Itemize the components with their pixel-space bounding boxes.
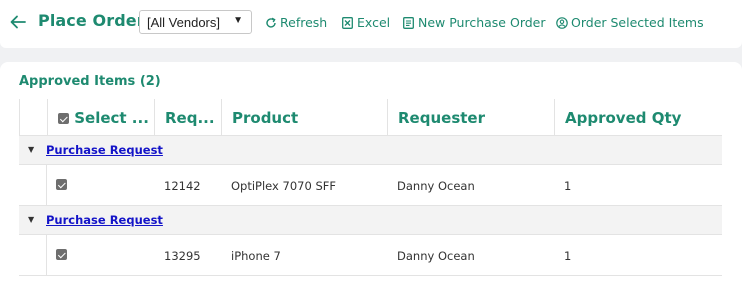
cell-requester: Danny Ocean (397, 179, 475, 193)
approved-items-panel: Approved Items (2) Select ... Req... Pro… (0, 62, 742, 297)
column-header-product[interactable]: Product (221, 99, 387, 136)
refresh-label: Refresh (280, 15, 328, 30)
row-checkbox[interactable] (56, 179, 67, 190)
refresh-button[interactable]: Refresh (265, 15, 327, 31)
new-purchase-order-button[interactable]: New Purchase Order (403, 15, 546, 31)
cell-product: OptiPlex 7070 SFF (231, 179, 336, 193)
table-row: 12142 OptiPlex 7070 SFF Danny Ocean 1 (19, 165, 722, 206)
vendor-select[interactable]: [All Vendors] ▼ (139, 10, 252, 34)
top-toolbar: Place Order [All Vendors] ▼ Refresh Exce… (0, 0, 742, 48)
cell-approved-qty: 1 (564, 249, 572, 263)
purchase-request-link[interactable]: Purchase Request (46, 143, 163, 157)
chevron-down-icon: ▼ (233, 15, 243, 26)
column-header-select[interactable]: Select ... (47, 99, 154, 136)
order-selected-items-label: Order Selected Items (571, 15, 704, 30)
excel-icon (342, 17, 353, 29)
row-checkbox[interactable] (56, 249, 67, 260)
purchase-request-link[interactable]: Purchase Request (46, 213, 163, 227)
page-title: Place Order (38, 11, 145, 30)
header-spacer (19, 99, 47, 136)
refresh-icon (266, 17, 276, 28)
table-header: Select ... Req... Product Requester Appr… (19, 99, 722, 136)
new-purchase-order-label: New Purchase Order (418, 15, 546, 30)
cell-requester: Danny Ocean (397, 249, 475, 263)
collapse-triangle-icon[interactable]: ▼ (28, 145, 34, 154)
section-title: Approved Items (2) (19, 74, 161, 89)
vendor-select-value: [All Vendors] (147, 15, 220, 30)
cell-approved-qty: 1 (564, 179, 572, 193)
group-row: ▼ Purchase Request (19, 136, 722, 165)
cell-request: 12142 (164, 179, 201, 193)
user-order-icon (556, 17, 568, 29)
back-arrow-icon[interactable] (9, 13, 27, 31)
cell-request: 13295 (164, 249, 201, 263)
column-header-requester[interactable]: Requester (387, 99, 554, 136)
collapse-triangle-icon[interactable]: ▼ (28, 215, 34, 224)
column-header-request[interactable]: Req... (154, 99, 221, 136)
group-row: ▼ Purchase Request (19, 206, 722, 235)
select-all-checkbox[interactable] (58, 113, 69, 124)
column-header-select-label: Select ... (74, 109, 149, 127)
excel-label: Excel (357, 15, 391, 30)
table-row: 13295 iPhone 7 Danny Ocean 1 (19, 235, 722, 276)
excel-button[interactable]: Excel (342, 15, 391, 31)
document-icon (403, 17, 414, 29)
order-selected-items-button[interactable]: Order Selected Items (556, 15, 706, 31)
cell-product: iPhone 7 (231, 249, 281, 263)
column-header-approved-qty[interactable]: Approved Qty (554, 99, 722, 136)
